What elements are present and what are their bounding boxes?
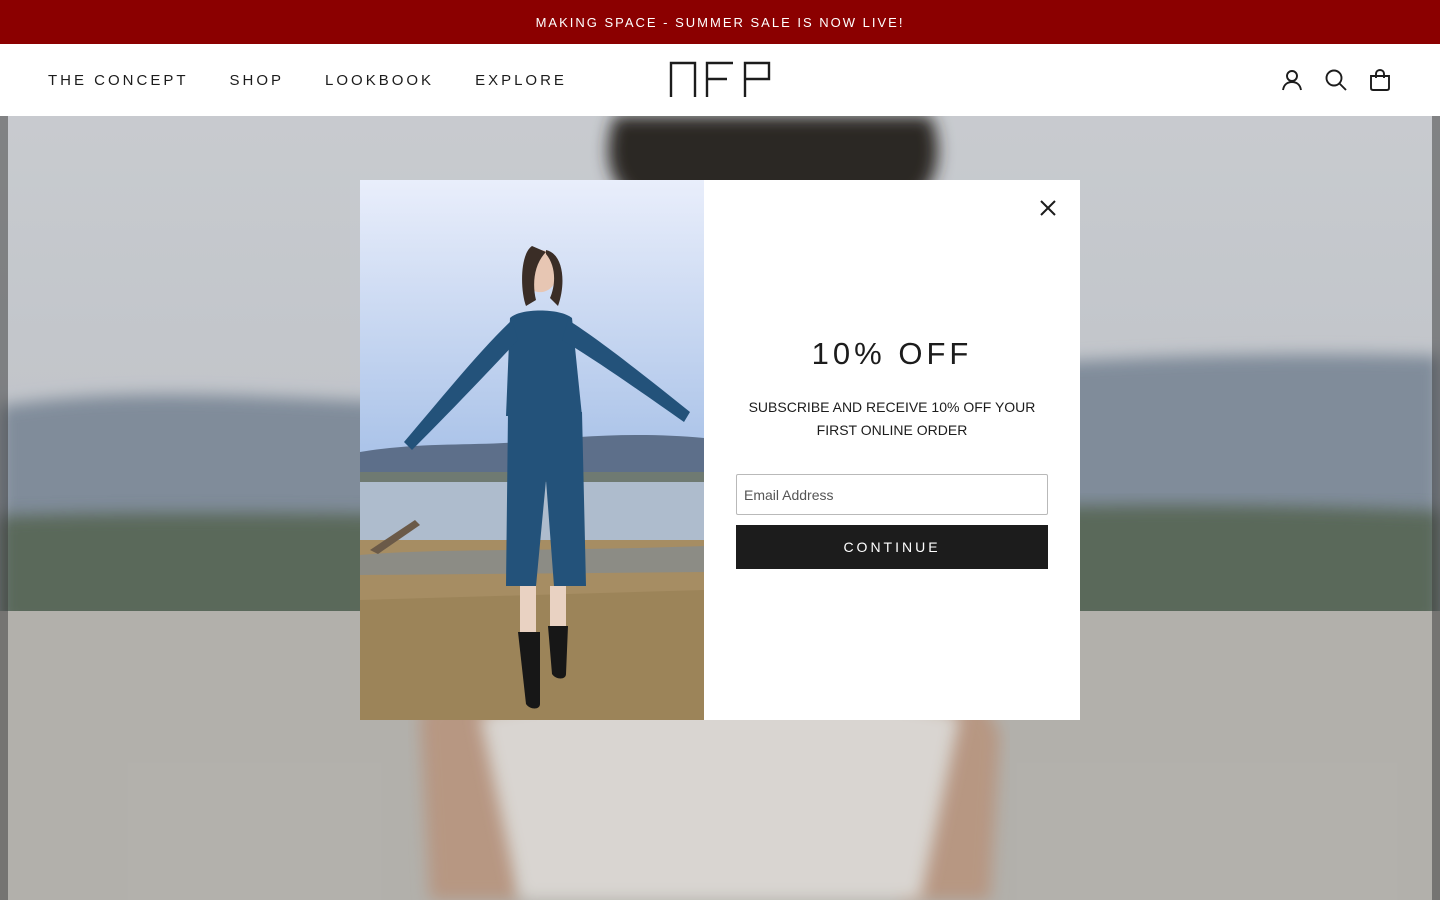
header-icons bbox=[1280, 44, 1392, 116]
nav-item-lookbook[interactable]: LOOKBOOK bbox=[325, 72, 434, 89]
nav-item-the-concept[interactable]: THE CONCEPT bbox=[48, 72, 189, 89]
close-icon[interactable] bbox=[1036, 196, 1060, 220]
popup-photo bbox=[360, 180, 704, 720]
email-field[interactable] bbox=[736, 474, 1048, 515]
popup-content: 10% OFF SUBSCRIBE AND RECEIVE 10% OFF YO… bbox=[704, 180, 1080, 720]
newsletter-popup: 10% OFF SUBSCRIBE AND RECEIVE 10% OFF YO… bbox=[360, 180, 1080, 720]
popup-subtitle: SUBSCRIBE AND RECEIVE 10% OFF YOUR FIRST… bbox=[748, 399, 1036, 438]
continue-button[interactable]: CONTINUE bbox=[736, 525, 1048, 569]
cart-icon[interactable] bbox=[1368, 68, 1392, 92]
announcement-text: MAKING SPACE - SUMMER SALE IS NOW LIVE! bbox=[535, 14, 905, 30]
account-icon[interactable] bbox=[1280, 68, 1304, 92]
nav-item-shop[interactable]: SHOP bbox=[230, 72, 285, 89]
logo[interactable] bbox=[669, 61, 771, 97]
search-icon[interactable] bbox=[1324, 68, 1348, 92]
site-header: THE CONCEPT SHOP LOOKBOOK EXPLORE bbox=[0, 44, 1440, 116]
announcement-bar: MAKING SPACE - SUMMER SALE IS NOW LIVE! bbox=[0, 0, 1440, 44]
popup-title: 10% OFF bbox=[811, 336, 973, 371]
popup-image bbox=[360, 180, 704, 720]
main-nav: THE CONCEPT SHOP LOOKBOOK EXPLORE bbox=[48, 44, 567, 116]
nav-item-explore[interactable]: EXPLORE bbox=[475, 72, 567, 89]
